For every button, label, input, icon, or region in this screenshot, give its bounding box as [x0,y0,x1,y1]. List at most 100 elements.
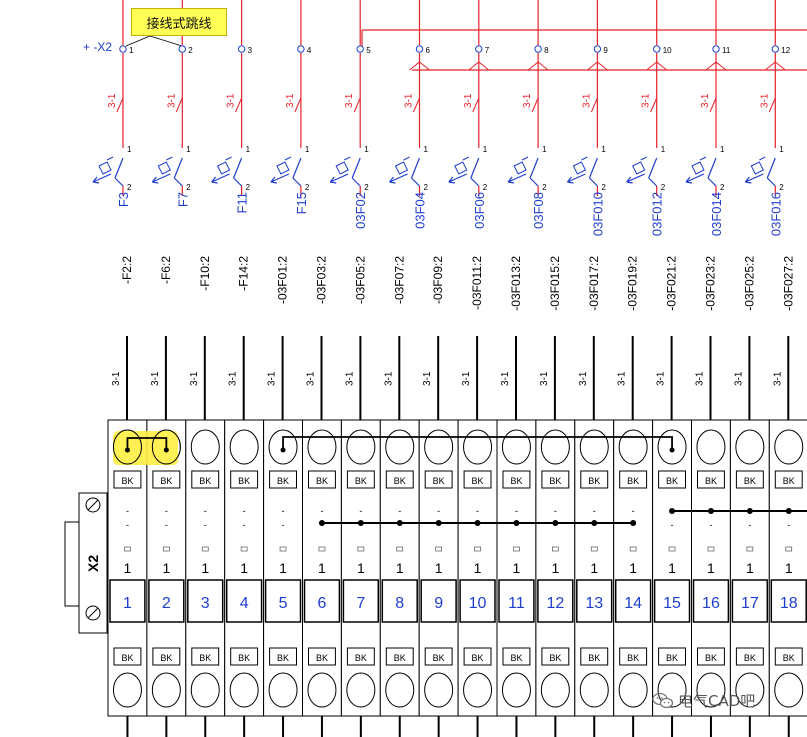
breaker-pin: 2 [720,183,725,192]
wire: -03F011:2 3-1 [461,256,484,422]
color-code-top: BK [588,476,600,486]
wire-label: -03F025:2 [742,256,756,311]
terminal-number: 12 [546,595,564,612]
marker-clip-icon [785,546,793,552]
wire-reference: 3-1 [306,371,317,386]
marker-clip-icon [201,546,209,552]
wire-label: -F6:2 [159,256,173,284]
strip-reference: + -X2 [83,40,113,54]
terminal-number: 5 [279,595,288,612]
terminal-block: BK--18BK [379,419,420,737]
breaker-symbol [588,157,598,187]
cross-reference: 3-1 [700,93,711,108]
marker-clip-icon [279,546,287,552]
wire: -03F015:2 3-1 [539,256,562,422]
wire-reference: 3-1 [578,371,589,386]
terminal-point [119,45,127,53]
terminal-number: 13 [585,595,603,612]
terminal-point [178,45,187,53]
breaker-label: 03F012 [650,192,665,236]
terminal-clamp-bottom [618,672,648,708]
marker-clip-icon [513,546,520,552]
terminal-clamp-bottom [190,672,220,708]
bridge-slot: - [709,520,712,530]
color-code-top: BK [627,476,639,486]
breaker-pin: 2 [779,183,784,192]
breaker-symbol [351,157,361,187]
bridge-dot [669,508,676,514]
bridge-slot: - [398,506,401,516]
bridge-diagonal [537,61,549,71]
terminal-number: 3 [201,595,210,612]
breaker-actuator [513,156,529,175]
terminal-number: 5 [366,46,371,55]
breaker-pin: 1 [127,145,132,154]
breaker-actuator [750,156,766,175]
marker-clip-icon [474,546,481,552]
jumper-callout: 接线式跳线 [131,8,227,36]
wire: -03F09:2 3-1 [422,256,445,422]
terminal-block: BK - - 1 4 BK [224,419,265,737]
breaker-symbol [292,157,302,187]
breaker-pin: 1 [305,145,310,154]
terminal-clamp-bottom [151,672,181,708]
terminal-number: 8 [544,46,549,55]
terminal-point [475,45,483,53]
color-code-top: BK [783,476,795,486]
end-bracket-rail [64,521,80,607]
color-code-top: BK [510,476,522,486]
circuit-column: 123-11203F016 [744,0,791,236]
terminal-level: 1 [318,560,326,576]
terminal-level: 1 [474,560,482,576]
marker-clip-icon [668,546,676,552]
terminal-point [593,45,602,53]
cross-reference: 3-1 [285,93,296,108]
terminal-clamp-bottom [112,672,142,708]
breaker-pin: 1 [661,145,666,154]
terminal-number: 17 [741,595,759,612]
wire-reference: 3-1 [228,371,239,386]
breaker-actuator [276,156,292,175]
terminal-clamp-bottom [268,672,298,708]
terminal-clamp-bottom [424,672,454,708]
bridge-dot [707,508,714,514]
terminal-block: BK--111BK [496,419,537,737]
breaker-pin: 1 [186,145,191,154]
breaker-arrow [211,173,230,184]
terminal-clamp-bottom [501,672,531,708]
jumper-dot [280,447,286,453]
bridge-diagonal [774,61,786,71]
terminal-point [356,45,364,53]
color-code-bottom: BK [355,653,367,663]
bridge-diagonal [409,61,420,71]
breaker-arrow [151,173,171,184]
terminal-clamp-top [696,429,726,465]
terminal-level: 1 [240,560,248,576]
terminal-number: 3 [248,46,253,55]
wire: -F2:2 3-1 [111,256,134,422]
breaker-actuator [691,156,707,175]
terminal-number: 10 [663,46,672,55]
watermark: 电气CAD吧 [652,690,755,711]
wire-label: -F2:2 [120,256,134,284]
terminal-number: 15 [663,595,681,612]
wire: -03F07:2 3-1 [383,256,406,422]
bridge-diagonal [587,61,598,71]
wire: -F10:2 3-1 [189,256,212,422]
breaker-arrow [92,173,112,184]
terminal-block: BK - - 1 1 BK [107,419,148,737]
terminal-number: 1 [129,46,134,55]
color-code-bottom: BK [549,653,561,663]
breaker-symbol [233,157,243,187]
bridge-slot: - [632,506,635,516]
wire: -03F05:2 3-1 [344,256,367,422]
wire-label: -03F01:2 [276,256,290,304]
color-code-top: BK [199,476,211,486]
breaker-actuator [632,156,647,175]
color-code-top: BK [705,476,717,486]
breaker-actuator [572,156,588,175]
terminal-block: BK--16BK [302,419,342,737]
terminal-clamp-bottom [346,672,376,708]
bridge-slot: - [243,520,246,530]
cross-reference: 3-1 [166,93,177,108]
